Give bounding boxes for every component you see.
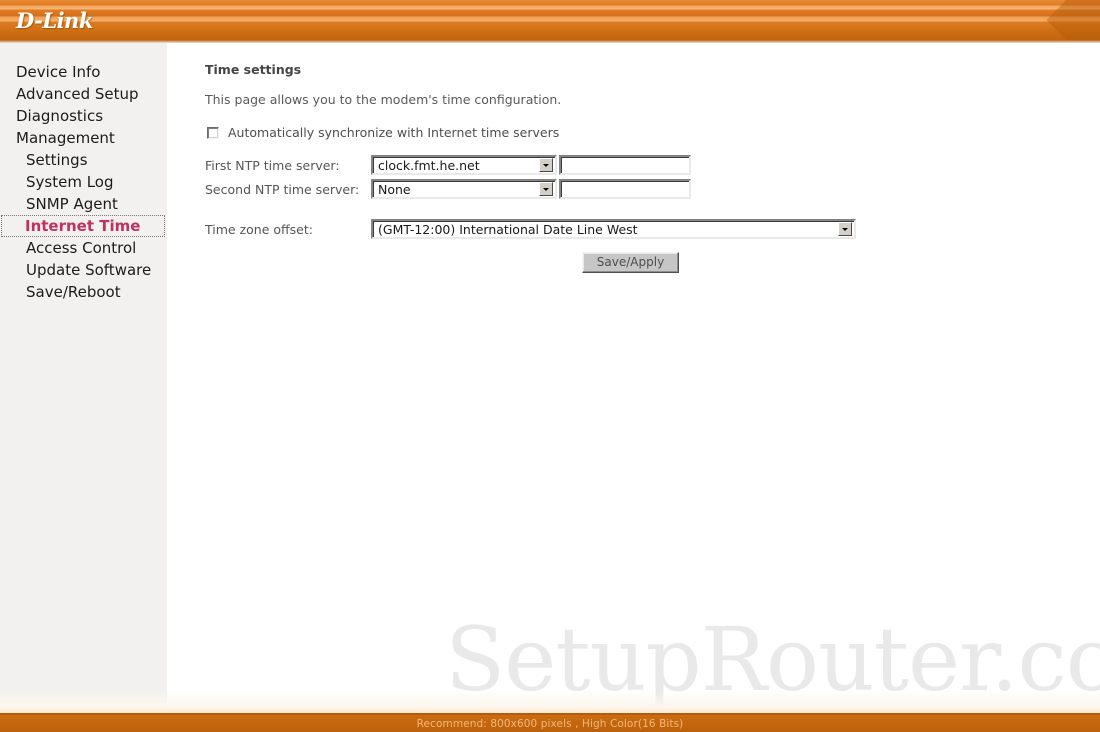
second-ntp-select[interactable]: None — [371, 179, 557, 199]
timezone-label: Time zone offset: — [205, 221, 313, 237]
timezone-select[interactable]: (GMT-12:00) International Date Line West — [371, 219, 856, 239]
header-chevron-decoration — [1046, 0, 1100, 40]
main-content: Time settings This page allows you to th… — [167, 43, 1100, 713]
sidebar-item-advanced-setup[interactable]: Advanced Setup — [0, 83, 167, 105]
auto-sync-checkbox[interactable] — [207, 126, 219, 139]
sidebar-item-system-log[interactable]: System Log — [0, 171, 167, 193]
first-ntp-label: First NTP time server: — [205, 157, 340, 173]
first-ntp-custom-input[interactable] — [559, 155, 691, 175]
footer-recommendation-text: Recommend: 800x600 pixels , High Color(1… — [416, 717, 684, 730]
page-description: This page allows you to the modem's time… — [205, 92, 562, 107]
site-header: D-Link — [0, 0, 1100, 40]
sidebar-item-device-info[interactable]: Device Info — [0, 61, 167, 83]
watermark: SetupRouter.co — [445, 608, 1100, 711]
page-title: Time settings — [205, 62, 302, 77]
dlink-logo: D-Link — [16, 8, 93, 33]
first-ntp-selected-value: clock.fmt.he.net — [378, 157, 480, 173]
chevron-down-icon[interactable] — [539, 158, 553, 172]
chevron-down-icon[interactable] — [838, 222, 852, 236]
sidebar-item-access-control[interactable]: Access Control — [0, 237, 167, 259]
second-ntp-custom-input[interactable] — [559, 179, 691, 199]
sidebar-item-save-reboot[interactable]: Save/Reboot — [0, 281, 167, 303]
save-apply-button[interactable]: Save/Apply — [582, 252, 679, 273]
first-ntp-row: First NTP time server: clock.fmt.he.net — [205, 155, 691, 175]
chevron-down-icon[interactable] — [539, 182, 553, 196]
sidebar-item-management[interactable]: Management — [0, 127, 167, 149]
site-footer: Recommend: 800x600 pixels , High Color(1… — [0, 713, 1100, 732]
sidebar-item-internet-time[interactable]: Internet Time — [1, 215, 165, 237]
sidebar-item-update-software[interactable]: Update Software — [0, 259, 167, 281]
first-ntp-select[interactable]: clock.fmt.he.net — [371, 155, 557, 175]
second-ntp-label: Second NTP time server: — [205, 181, 360, 197]
second-ntp-row: Second NTP time server: None — [205, 179, 691, 199]
sidebar-navigation: Device Info Advanced Setup Diagnostics M… — [0, 43, 167, 713]
second-ntp-selected-value: None — [378, 181, 411, 197]
sidebar-item-snmp-agent[interactable]: SNMP Agent — [0, 193, 167, 215]
auto-sync-row: Automatically synchronize with Internet … — [207, 125, 559, 140]
auto-sync-label: Automatically synchronize with Internet … — [228, 125, 560, 140]
sidebar-item-diagnostics[interactable]: Diagnostics — [0, 105, 167, 127]
sidebar-item-settings[interactable]: Settings — [0, 149, 167, 171]
timezone-selected-value: (GMT-12:00) International Date Line West — [378, 221, 638, 237]
timezone-row: Time zone offset: (GMT-12:00) Internatio… — [205, 219, 856, 239]
